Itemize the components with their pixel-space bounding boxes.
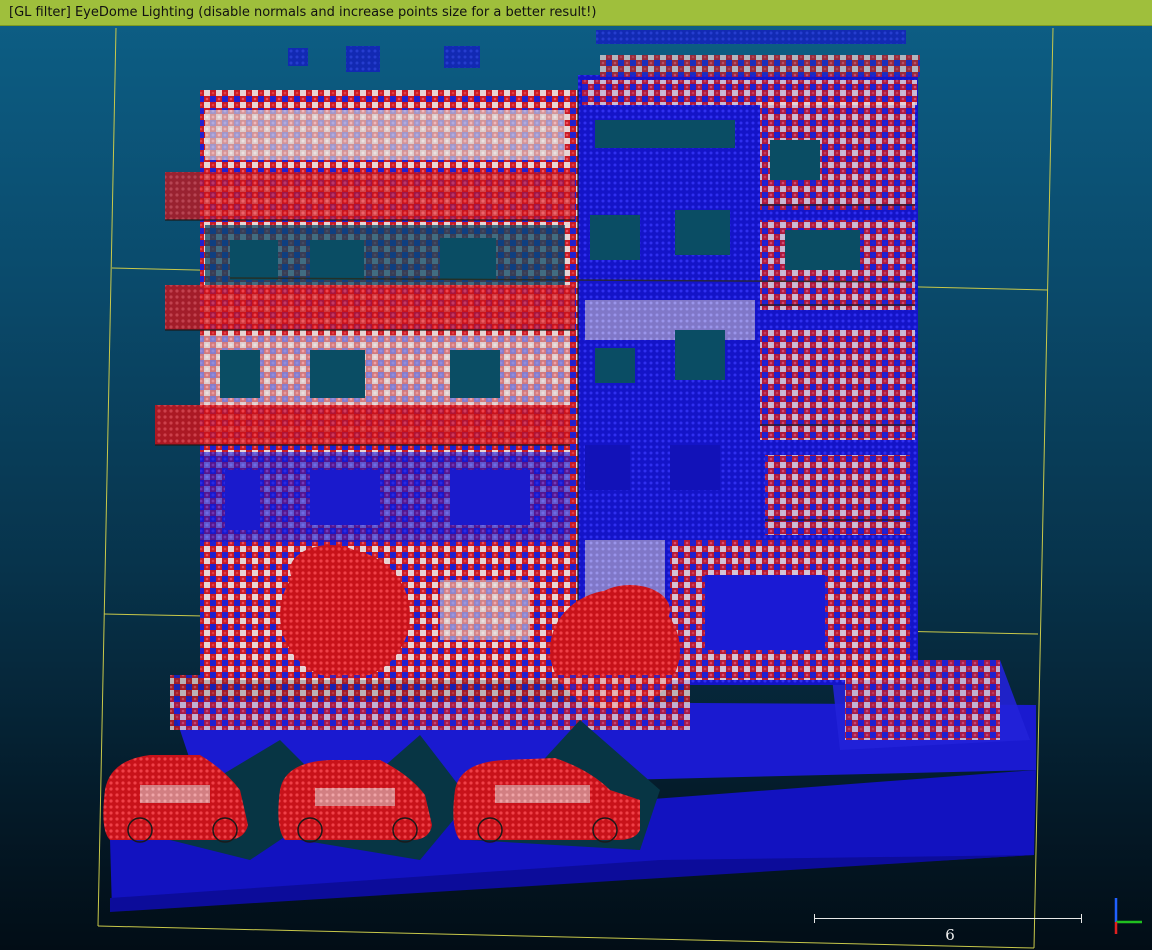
gl-filter-banner: [GL filter] EyeDome Lighting (disable no… <box>0 0 1152 26</box>
point-cloud-scene[interactable] <box>0 0 1152 950</box>
axis-trihedron-icon <box>1114 898 1142 934</box>
scale-bar-label: 6 <box>945 926 955 944</box>
3d-viewport[interactable]: [GL filter] EyeDome Lighting (disable no… <box>0 0 1152 950</box>
scale-bar-tick-left <box>814 914 815 923</box>
scale-bar <box>814 913 1082 923</box>
roof-points <box>288 30 920 77</box>
scale-bar-tick-right <box>1081 914 1082 923</box>
scale-bar-line <box>814 918 1082 919</box>
car-points <box>103 755 640 843</box>
